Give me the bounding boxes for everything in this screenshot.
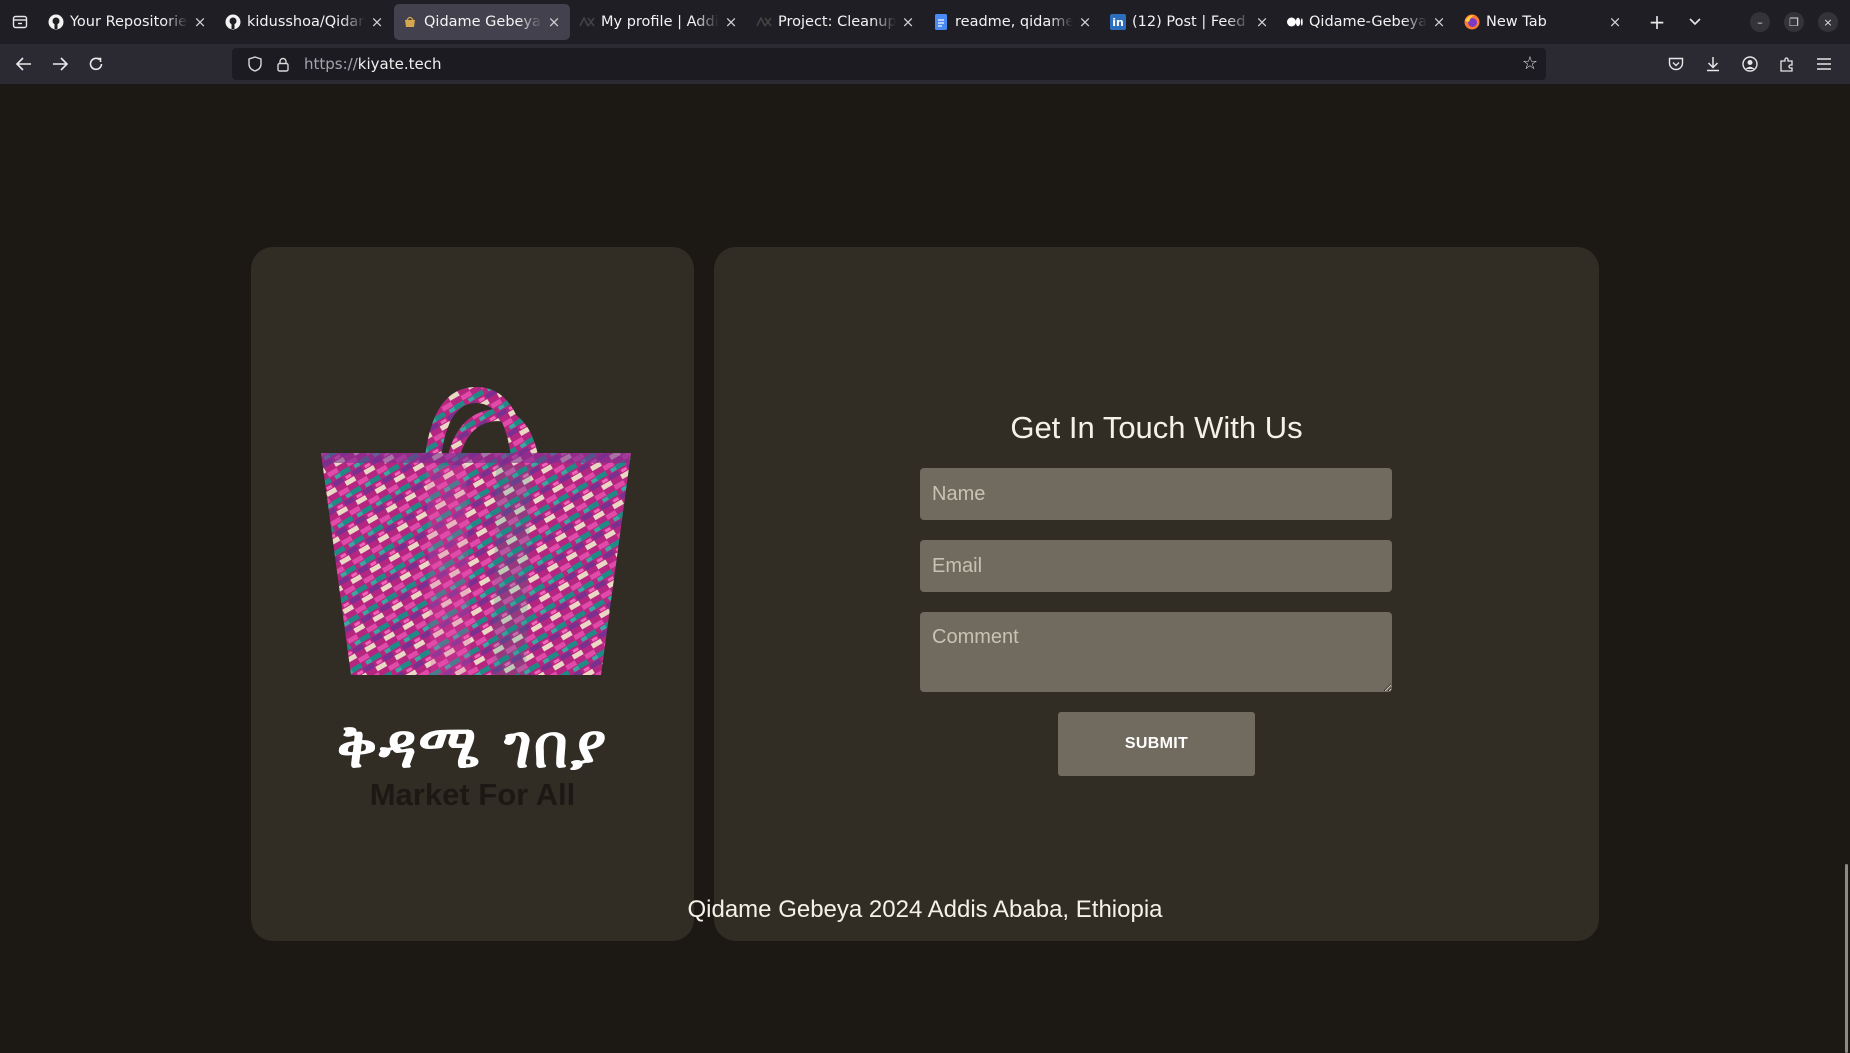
address-bar[interactable]: https://kiyate.tech ☆ (232, 48, 1546, 80)
tab-title: Qidame-Gebeya by kidus (1309, 14, 1427, 30)
toolbar-right (1659, 48, 1840, 80)
github-icon (225, 14, 241, 30)
close-tab-icon[interactable]: × (1077, 13, 1093, 31)
tab-title: (12) Post | Feed | LinkedIn (1132, 14, 1250, 30)
tab-title: readme, qidame - Google Docs (955, 14, 1073, 30)
github-icon (48, 14, 64, 30)
close-tab-icon[interactable]: × (723, 13, 739, 31)
close-window-icon[interactable]: × (1818, 12, 1838, 32)
new-tab-plus-icon[interactable]: + (1638, 4, 1676, 40)
pocket-icon[interactable] (1659, 48, 1692, 80)
bookmark-star-icon[interactable]: ☆ (1522, 53, 1538, 74)
medium-icon (1287, 14, 1303, 30)
tab-title: New Tab (1486, 14, 1547, 30)
close-tab-icon[interactable]: × (546, 13, 562, 31)
browser-tab[interactable]: readme, qidame - Google Docs × (925, 4, 1101, 40)
alx-icon (579, 14, 595, 30)
back-arrow-icon[interactable] (6, 48, 42, 80)
list-all-tabs-chevron-icon[interactable] (1676, 4, 1714, 40)
reload-icon[interactable] (78, 48, 114, 80)
browser-tab-active[interactable]: Qidame Gebeya × (394, 4, 570, 40)
name-input[interactable] (920, 468, 1392, 520)
firefox-view-icon (12, 15, 28, 29)
extensions-puzzle-icon[interactable] (1770, 48, 1803, 80)
forward-arrow-icon[interactable] (42, 48, 78, 80)
contact-card: Get In Touch With Us SUBMIT (714, 247, 1599, 941)
url-text: https://kiyate.tech (304, 55, 441, 73)
google-docs-icon (933, 14, 949, 30)
firefox-icon (1464, 14, 1480, 30)
tab-title: Qidame Gebeya (424, 14, 541, 30)
firefox-view-button[interactable] (0, 0, 40, 44)
account-icon[interactable] (1733, 48, 1766, 80)
window-controls: – ❐ × (1750, 12, 1838, 32)
close-tab-icon[interactable]: × (1607, 13, 1623, 31)
close-tab-icon[interactable]: × (1431, 13, 1447, 31)
brand-card: ቅዳሜ ገበያ Market For All (251, 247, 694, 941)
browser-tab[interactable]: My profile | Addis Software × (571, 4, 747, 40)
comment-textarea[interactable] (920, 612, 1392, 692)
close-tab-icon[interactable]: × (900, 13, 916, 31)
close-tab-icon[interactable]: × (192, 13, 208, 31)
downloads-icon[interactable] (1696, 48, 1729, 80)
tab-bar: Your Repositories × kidusshoa/Qidame-Geb… (0, 0, 1850, 44)
brand-tagline: Market For All (369, 777, 576, 812)
basket-favicon (402, 14, 418, 30)
tracking-protection-shield-icon[interactable] (244, 53, 266, 75)
navigation-toolbar: https://kiyate.tech ☆ (0, 44, 1850, 84)
browser-tab[interactable]: Your Repositories × (40, 4, 216, 40)
restore-icon[interactable]: ❐ (1784, 12, 1804, 32)
tab-title: kidusshoa/Qidame-Gebeya (247, 14, 365, 30)
tab-title: Your Repositories (70, 14, 188, 30)
browser-tab[interactable]: kidusshoa/Qidame-Gebeya × (217, 4, 393, 40)
minimize-icon[interactable]: – (1750, 12, 1770, 32)
browser-tab[interactable]: in (12) Post | Feed | LinkedIn × (1102, 4, 1278, 40)
tab-title: My profile | Addis Software (601, 14, 719, 30)
footer-text: Qidame Gebeya 2024 Addis Ababa, Ethiopia (687, 896, 1163, 923)
url-host: kiyate.tech (357, 55, 442, 73)
app-menu-hamburger-icon[interactable] (1807, 48, 1840, 80)
page-scrollbar[interactable] (1845, 864, 1848, 1053)
brand-name-amharic: ቅዳሜ ገበያ (336, 712, 609, 782)
browser-tab[interactable]: New Tab × (1456, 4, 1631, 40)
url-protocol: https:// (304, 55, 358, 73)
woven-basket-image (321, 386, 631, 675)
linkedin-icon: in (1110, 14, 1126, 30)
email-input[interactable] (920, 540, 1392, 592)
alx-icon (756, 14, 772, 30)
browser-tab[interactable]: Qidame-Gebeya by kidus × (1279, 4, 1455, 40)
padlock-icon[interactable] (272, 53, 294, 75)
close-tab-icon[interactable]: × (1254, 13, 1270, 31)
browser-tab[interactable]: Project: Cleanup your repo × (748, 4, 924, 40)
close-tab-icon[interactable]: × (369, 13, 385, 31)
submit-button[interactable]: SUBMIT (1058, 712, 1255, 776)
tab-actions: + (1638, 4, 1714, 40)
contact-form-title: Get In Touch With Us (1010, 410, 1303, 445)
page-viewport: ቅዳሜ ገበያ Market For All Get In Touch With… (0, 84, 1850, 1053)
tab-title: Project: Cleanup your repo (778, 14, 896, 30)
